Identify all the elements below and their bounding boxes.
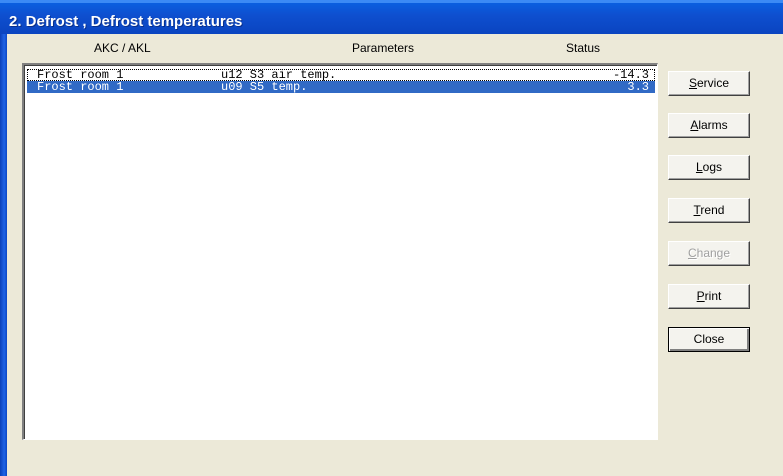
column-header-akc: AKC / AKL — [94, 41, 151, 55]
service-label: ervice — [697, 76, 730, 90]
print-mnemonic: P — [696, 289, 705, 303]
change-label: hange — [696, 246, 731, 260]
trend-button[interactable]: Trend — [668, 198, 750, 223]
service-mnemonic: S — [688, 76, 697, 90]
list-item-parameter: u09 S5 temp. — [221, 80, 308, 94]
change-button[interactable]: Change — [668, 241, 750, 266]
trend-label: rend — [700, 203, 725, 217]
logs-label: ogs — [702, 160, 723, 174]
logs-button[interactable]: Logs — [668, 155, 750, 180]
list-item[interactable]: Frost room 1 u09 S5 temp. 3.3 — [27, 81, 655, 93]
alarms-label: larms — [698, 118, 728, 132]
close-button[interactable]: Close — [668, 327, 750, 352]
column-header-status: Status — [566, 41, 601, 55]
title-bar[interactable]: 2. Defrost , Defrost temperatures — [0, 0, 783, 34]
list-item-status: 3.3 — [627, 80, 649, 94]
parameter-list[interactable]: Frost room 1 u12 S3 air temp. -14.3 Fros… — [22, 63, 658, 440]
window-title: 2. Defrost , Defrost temperatures — [9, 13, 243, 30]
list-item-room: Frost room 1 — [37, 80, 124, 94]
logs-mnemonic: L — [695, 160, 703, 174]
alarms-button[interactable]: Alarms — [668, 113, 750, 138]
column-header-parameters: Parameters — [352, 41, 415, 55]
print-button[interactable]: Print — [668, 284, 750, 309]
change-mnemonic: C — [687, 246, 697, 260]
print-label: rint — [704, 289, 722, 303]
window-frame-left — [0, 34, 7, 476]
service-button[interactable]: Service — [668, 71, 750, 96]
